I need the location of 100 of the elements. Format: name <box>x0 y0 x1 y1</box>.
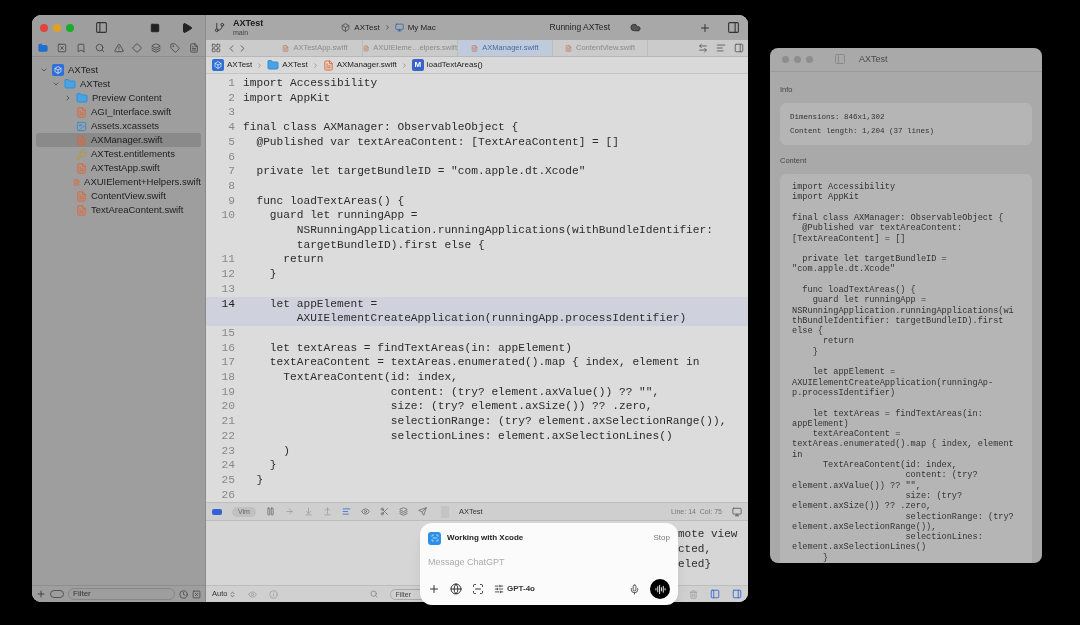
message-field[interactable]: Message ChatGPT <box>428 555 670 569</box>
right-pane-icon[interactable] <box>732 589 742 599</box>
step-into-icon[interactable] <box>303 507 313 517</box>
search-icon <box>370 590 379 598</box>
add-icon[interactable] <box>428 583 440 595</box>
assets-icon <box>76 120 87 132</box>
swift-file-icon <box>322 59 334 71</box>
code-line: content: (try? element.axValue()) ?? "", <box>389 384 660 400</box>
voice-mode-button[interactable] <box>650 579 670 599</box>
filter-field[interactable]: Filter <box>68 588 175 600</box>
line-number: 24 <box>220 458 236 473</box>
report-icon[interactable] <box>189 43 199 53</box>
navigator-item[interactable]: AXTestApp.swift <box>36 161 201 175</box>
globe-icon[interactable] <box>450 583 462 595</box>
line-number: 16 <box>220 340 236 356</box>
folder-icon <box>267 59 280 71</box>
console-text: mote view <box>678 527 739 543</box>
swift-file-icon <box>76 134 87 146</box>
search-icon[interactable] <box>94 43 105 53</box>
navigator-item[interactable]: AXTest <box>36 63 201 77</box>
swift-file-icon <box>471 44 479 52</box>
breadcrumb-item[interactable]: AXTest <box>267 59 308 71</box>
editor-options-icon[interactable] <box>716 43 726 53</box>
step-over-icon[interactable] <box>284 507 294 517</box>
navigator-item[interactable]: TextAreaContent.swift <box>36 203 201 217</box>
close-button[interactable] <box>782 55 789 63</box>
inspector-toggle-icon[interactable] <box>727 21 740 34</box>
trash-icon[interactable] <box>689 589 698 599</box>
info-icon[interactable] <box>269 589 279 599</box>
code-line: } <box>268 267 277 282</box>
grid-icon[interactable] <box>211 43 221 53</box>
stop-icon[interactable] <box>150 22 160 33</box>
navigator-item[interactable]: AXUIElement+Helpers.swift <box>36 175 201 189</box>
minimize-button[interactable] <box>794 55 801 63</box>
screen-select-icon[interactable] <box>472 583 484 595</box>
line-number: 19 <box>220 384 236 400</box>
sidebar-toggle-icon[interactable] <box>834 53 846 66</box>
console-text: eled} <box>678 557 712 573</box>
add-icon[interactable] <box>699 21 711 34</box>
sidebar-toggle-icon[interactable] <box>95 21 108 34</box>
navigator-item[interactable]: AXManager.swift <box>36 133 201 147</box>
sync-icon[interactable] <box>698 43 708 53</box>
navigator-item[interactable]: Assets.xcassets <box>36 119 201 133</box>
window-title: AXTest <box>859 52 888 66</box>
swift-file-icon <box>73 176 81 188</box>
separator-icon <box>400 61 408 69</box>
zoom-button[interactable] <box>806 55 813 63</box>
breadcrumb-item[interactable]: AXTest <box>212 59 253 71</box>
line-number: 5 <box>227 134 236 150</box>
navigator-item[interactable]: ContentView.swift <box>36 189 201 203</box>
folder-icon <box>76 92 88 104</box>
branch-icon[interactable] <box>214 22 225 33</box>
pause-icon[interactable] <box>265 507 275 517</box>
left-pane-icon[interactable] <box>710 589 720 599</box>
line-number: 2 <box>227 90 236 106</box>
line-number: 20 <box>220 399 236 415</box>
console-toggle-icon[interactable] <box>732 506 742 517</box>
scheme-selector[interactable]: AXTest My Mac <box>341 21 436 34</box>
code-line: guard let runningApp = <box>268 208 419 224</box>
navigator-item[interactable]: AXTest <box>36 77 201 91</box>
entitlements-icon <box>76 148 87 160</box>
step-out-icon[interactable] <box>322 507 332 517</box>
line-number: 25 <box>220 473 236 488</box>
filter-toggle-icon[interactable] <box>192 589 201 599</box>
cloud-icon[interactable] <box>630 22 641 33</box>
project-navigator-icon[interactable] <box>38 43 48 53</box>
swift-file-icon <box>76 190 87 202</box>
navigator-item[interactable]: Preview Content <box>36 91 201 105</box>
visibility-icon[interactable] <box>248 589 258 599</box>
breadcrumb-item[interactable]: M loadTextAreas() <box>411 59 483 71</box>
microphone-icon[interactable] <box>629 583 640 595</box>
run-icon[interactable] <box>181 21 193 34</box>
project-title: AXTest <box>233 18 264 28</box>
warning-icon[interactable] <box>113 43 124 53</box>
recent-icon[interactable] <box>179 589 188 599</box>
line-number: 17 <box>220 355 236 371</box>
code-line: let textAreas = findTextAreas(in: appElement) <box>268 340 572 356</box>
swift-file-icon <box>76 162 87 174</box>
code-line: } <box>268 458 277 473</box>
breakpoints-toggle[interactable] <box>212 508 222 515</box>
add-icon[interactable] <box>36 589 46 599</box>
close-button[interactable] <box>40 23 48 32</box>
location-icon[interactable] <box>417 507 427 517</box>
project-icon <box>52 64 64 76</box>
line-number: 7 <box>227 164 236 179</box>
code-text: import Accessibility import AppKit final class AXManager: ObservableObject { @Published var textAreaContent: [TextAreaContent] = [] private let targetBundleID = "com.apple.dt.Xcode" func loadTextAreas() { guard let runningApp = NSRunningApplication.runningApplications(wi thBundleIdentifier: targetBundleID).first else { return } let appElement = AXUIElementCreateApplication(runningAp- p.processIdentifier) let textAreas = findTextAreas(in: appElement) textAreaContent = textAreas.enumerated().map { index, element in TextAreaContent(id: index, content: (try? element.axValue()) ?? "", size: (try? element.axSize()) ?? .zero, selectionRange: (try? element.axSelectionRange()), selectionLines: element.axSelectionLines() } <box>792 182 1015 563</box>
navigator-item[interactable]: AXTest.entitlements <box>36 147 201 161</box>
swift-file-icon <box>282 44 290 52</box>
monitor-icon <box>394 23 404 32</box>
code-line: final class AXManager: ObservableObject { <box>243 120 519 135</box>
line-number: 1 <box>227 76 236 91</box>
bookmark-icon[interactable] <box>75 43 86 53</box>
line-number: 10 <box>220 208 236 224</box>
split-editor-icon[interactable] <box>734 43 744 53</box>
navigator-item[interactable]: AGI_Interface.swift <box>36 105 201 119</box>
breadcrumb-item[interactable]: AXManager.swift <box>322 59 397 71</box>
model-selector[interactable]: GPT-4o <box>494 583 535 595</box>
stop-button[interactable]: Stop <box>653 532 670 544</box>
line-number: 8 <box>227 178 236 194</box>
code-line: import Accessibility <box>243 76 378 91</box>
